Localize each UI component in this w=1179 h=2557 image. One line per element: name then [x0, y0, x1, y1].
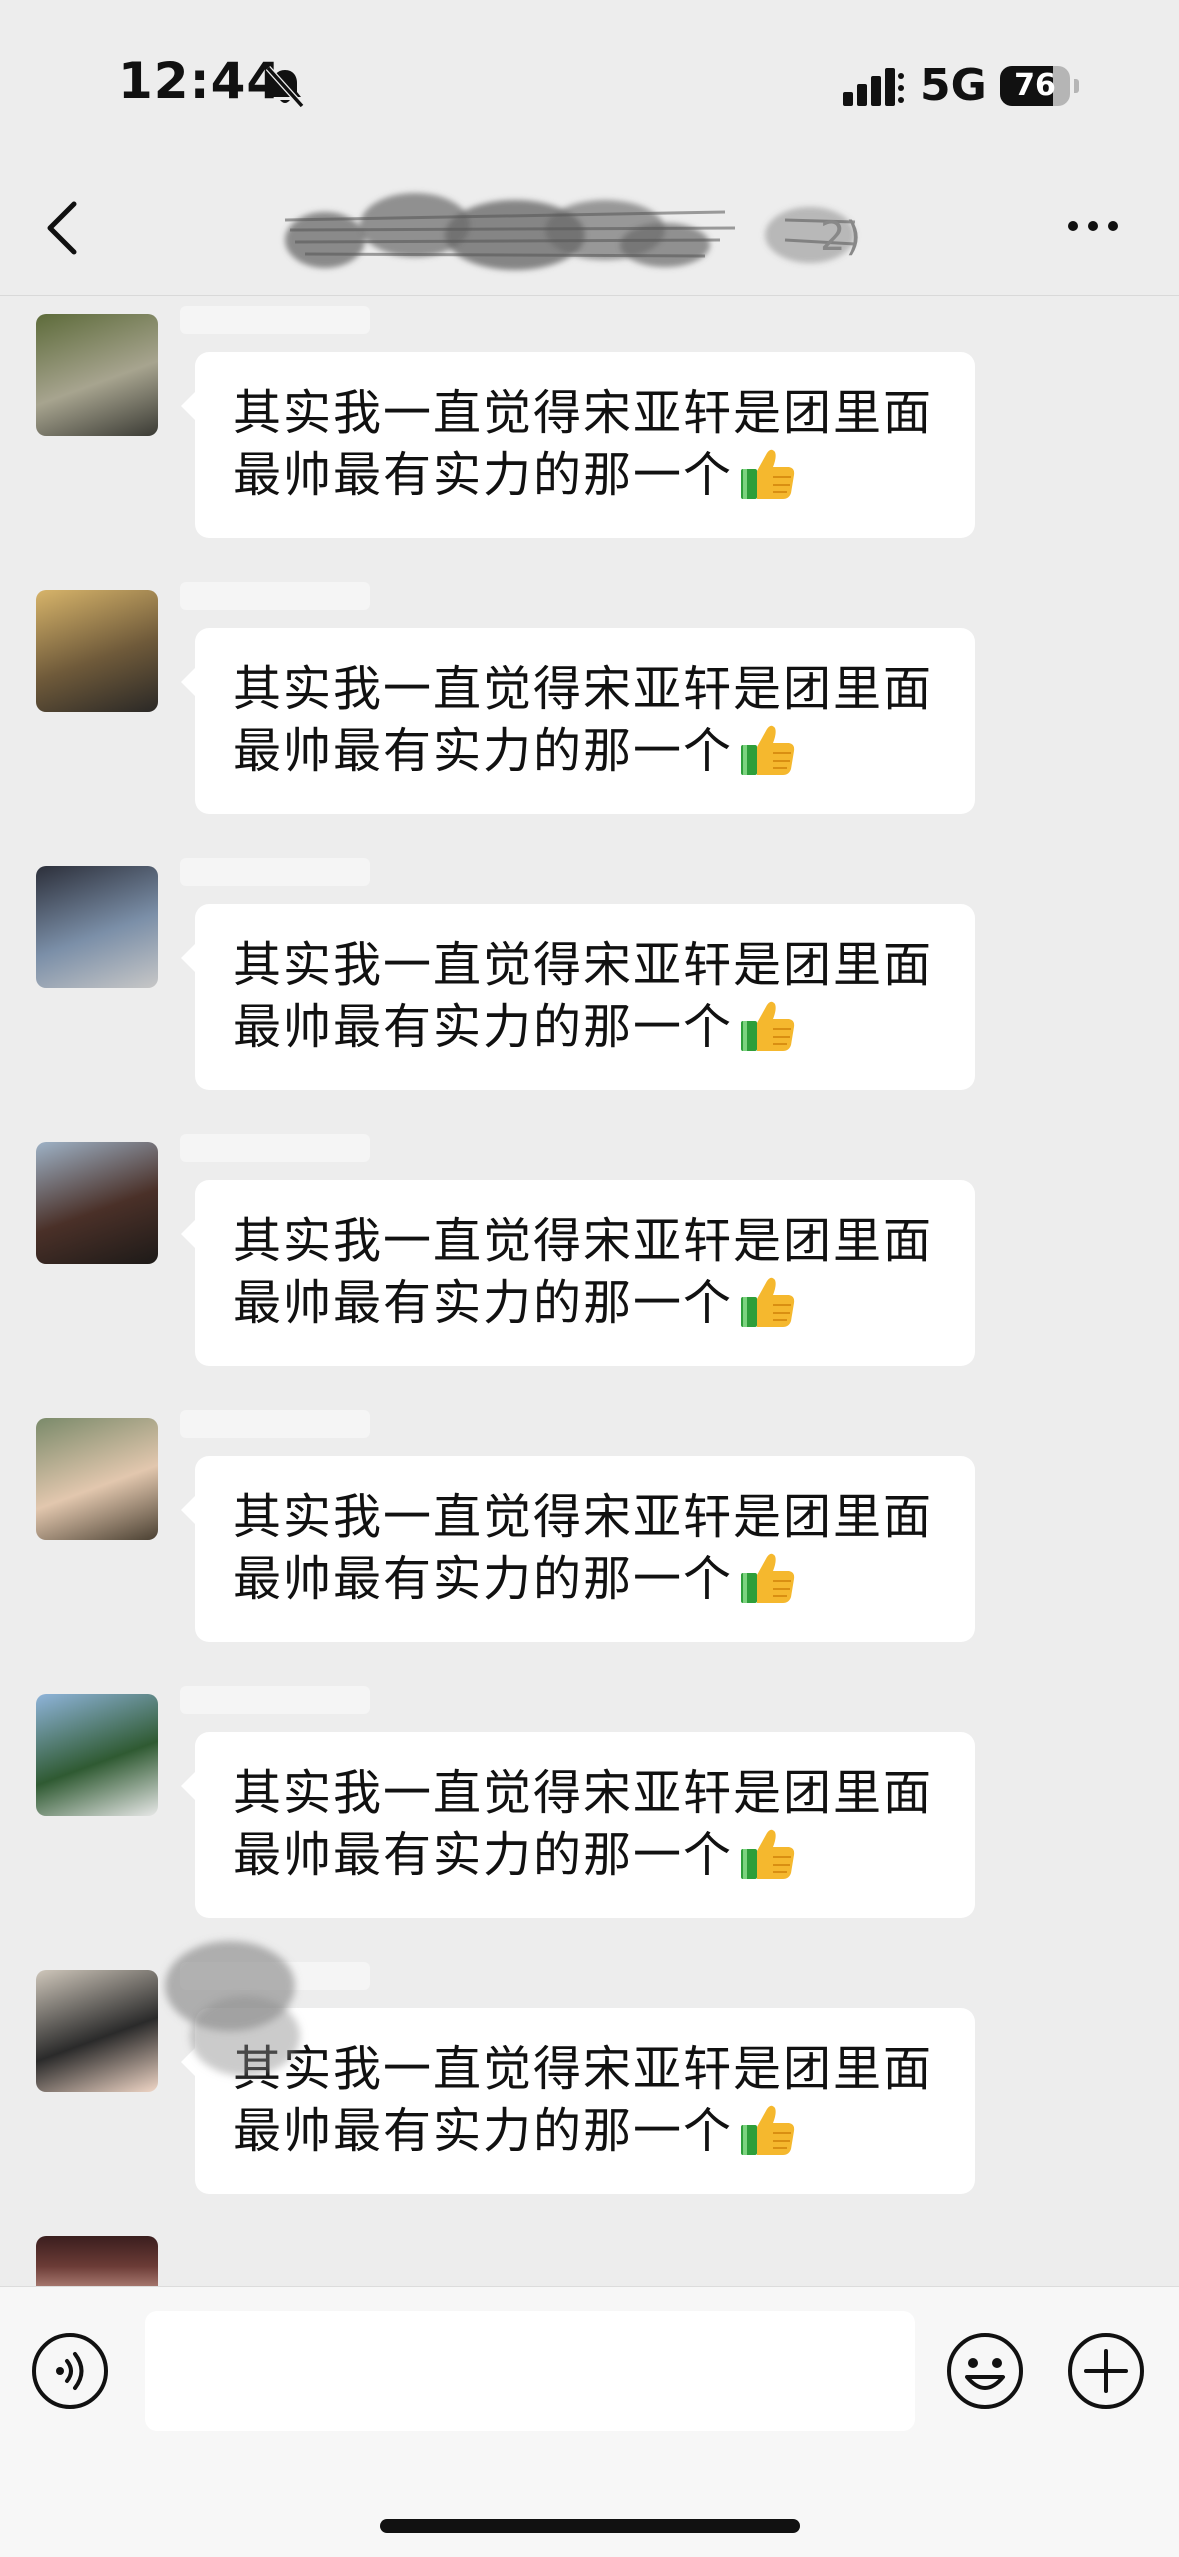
message-text-container: 其实我一直觉得宋亚轩是团里面最帅最有实力的那一个 — [233, 1762, 953, 1886]
message-list[interactable]: 其实我一直觉得宋亚轩是团里面最帅最有实力的那一个 其实我一直觉得宋亚轩是团里面最帅… — [0, 296, 1179, 2286]
thumbs-up-icon — [741, 1829, 795, 1879]
message-text: 其实我一直觉得宋亚轩是团里面最帅最有实力的那一个 — [233, 2041, 934, 2159]
message-text: 其实我一直觉得宋亚轩是团里面最帅最有实力的那一个 — [233, 937, 934, 1055]
thumbs-up-icon — [741, 725, 795, 775]
message-text: 其实我一直觉得宋亚轩是团里面最帅最有实力的那一个 — [233, 385, 934, 503]
svg-text:2): 2) — [820, 214, 861, 260]
message-bubble[interactable]: 其实我一直觉得宋亚轩是团里面最帅最有实力的那一个 — [181, 904, 975, 1090]
network-type: 5G — [920, 60, 987, 111]
message-row: 其实我一直觉得宋亚轩是团里面最帅最有实力的那一个 — [0, 1400, 1179, 1676]
avatar[interactable] — [36, 1418, 158, 1540]
status-bar: 12:44 5G 76 — [0, 0, 1179, 150]
message-row: 其实我一直觉得宋亚轩是团里面最帅最有实力的那一个 — [0, 296, 1179, 572]
plus-circle-icon[interactable] — [1066, 2331, 1146, 2411]
avatar[interactable] — [36, 2236, 158, 2286]
thumbs-up-icon — [741, 449, 795, 499]
chevron-left-icon[interactable] — [42, 200, 82, 256]
avatar[interactable] — [36, 866, 158, 988]
sender-name-redacted — [180, 1686, 370, 1714]
home-indicator — [380, 2519, 800, 2533]
message-bubble[interactable]: 其实我一直觉得宋亚轩是团里面最帅最有实力的那一个 — [181, 1456, 975, 1642]
message-row: 其实我一直觉得宋亚轩是团里面最帅最有实力的那一个 — [0, 848, 1179, 1124]
thumbs-up-icon — [741, 1001, 795, 1051]
battery-indicator: 76 — [1000, 66, 1079, 106]
message-text: 其实我一直觉得宋亚轩是团里面最帅最有实力的那一个 — [233, 661, 934, 779]
message-input[interactable] — [145, 2311, 915, 2431]
message-bubble[interactable]: 其实我一直觉得宋亚轩是团里面最帅最有实力的那一个 — [181, 628, 975, 814]
signal-bars-icon — [843, 68, 904, 106]
sender-name-redacted — [180, 306, 370, 334]
smiley-icon[interactable] — [945, 2331, 1025, 2411]
message-bubble[interactable]: 其实我一直觉得宋亚轩是团里面最帅最有实力的那一个 — [181, 1732, 975, 1918]
mute-bell-icon — [265, 65, 305, 109]
avatar[interactable] — [36, 1970, 158, 2092]
message-row: 其实我一直觉得宋亚轩是团里面最帅最有实力的那一个 — [0, 1124, 1179, 1400]
message-text-container: 其实我一直觉得宋亚轩是团里面最帅最有实力的那一个 — [233, 934, 953, 1058]
sender-name-redacted — [180, 582, 370, 610]
battery-level: 76 — [1014, 68, 1056, 103]
avatar[interactable] — [36, 590, 158, 712]
message-text-container: 其实我一直觉得宋亚轩是团里面最帅最有实力的那一个 — [233, 1210, 953, 1334]
message-text: 其实我一直觉得宋亚轩是团里面最帅最有实力的那一个 — [233, 1765, 934, 1883]
sender-name-redacted — [180, 858, 370, 886]
thumbs-up-icon — [741, 1553, 795, 1603]
voice-icon[interactable] — [30, 2331, 110, 2411]
message-text-container: 其实我一直觉得宋亚轩是团里面最帅最有实力的那一个 — [233, 658, 953, 782]
message-text-container: 其实我一直觉得宋亚轩是团里面最帅最有实力的那一个 — [233, 2038, 953, 2162]
avatar[interactable] — [36, 1694, 158, 1816]
nav-bar: 2) — [0, 150, 1179, 296]
thumbs-up-icon — [741, 1277, 795, 1327]
message-text-container: 其实我一直觉得宋亚轩是团里面最帅最有实力的那一个 — [233, 1486, 953, 1610]
message-text-container: 其实我一直觉得宋亚轩是团里面最帅最有实力的那一个 — [233, 382, 953, 506]
message-bubble[interactable]: 其实我一直觉得宋亚轩是团里面最帅最有实力的那一个 — [181, 1180, 975, 1366]
sender-name-redacted — [180, 1134, 370, 1162]
status-time: 12:44 — [118, 52, 283, 110]
message-row: 其实我一直觉得宋亚轩是团里面最帅最有实力的那一个 — [0, 572, 1179, 848]
input-bar — [0, 2286, 1179, 2557]
thumbs-up-icon — [741, 2105, 795, 2155]
ellipsis-icon[interactable] — [1065, 216, 1121, 236]
message-row: 其实我一直觉得宋亚轩是团里面最帅最有实力的那一个 — [0, 1676, 1179, 1952]
battery-tip — [1074, 79, 1079, 93]
redaction-scribble: 2) — [284, 193, 861, 270]
message-text: 其实我一直觉得宋亚轩是团里面最帅最有实力的那一个 — [233, 1489, 934, 1607]
message-text: 其实我一直觉得宋亚轩是团里面最帅最有实力的那一个 — [233, 1213, 934, 1331]
sender-name-redacted — [180, 1410, 370, 1438]
avatar[interactable] — [36, 314, 158, 436]
redaction-scribble — [165, 1941, 300, 2076]
chat-title[interactable]: 2) — [265, 170, 905, 280]
avatar[interactable] — [36, 1142, 158, 1264]
message-bubble[interactable]: 其实我一直觉得宋亚轩是团里面最帅最有实力的那一个 — [181, 352, 975, 538]
